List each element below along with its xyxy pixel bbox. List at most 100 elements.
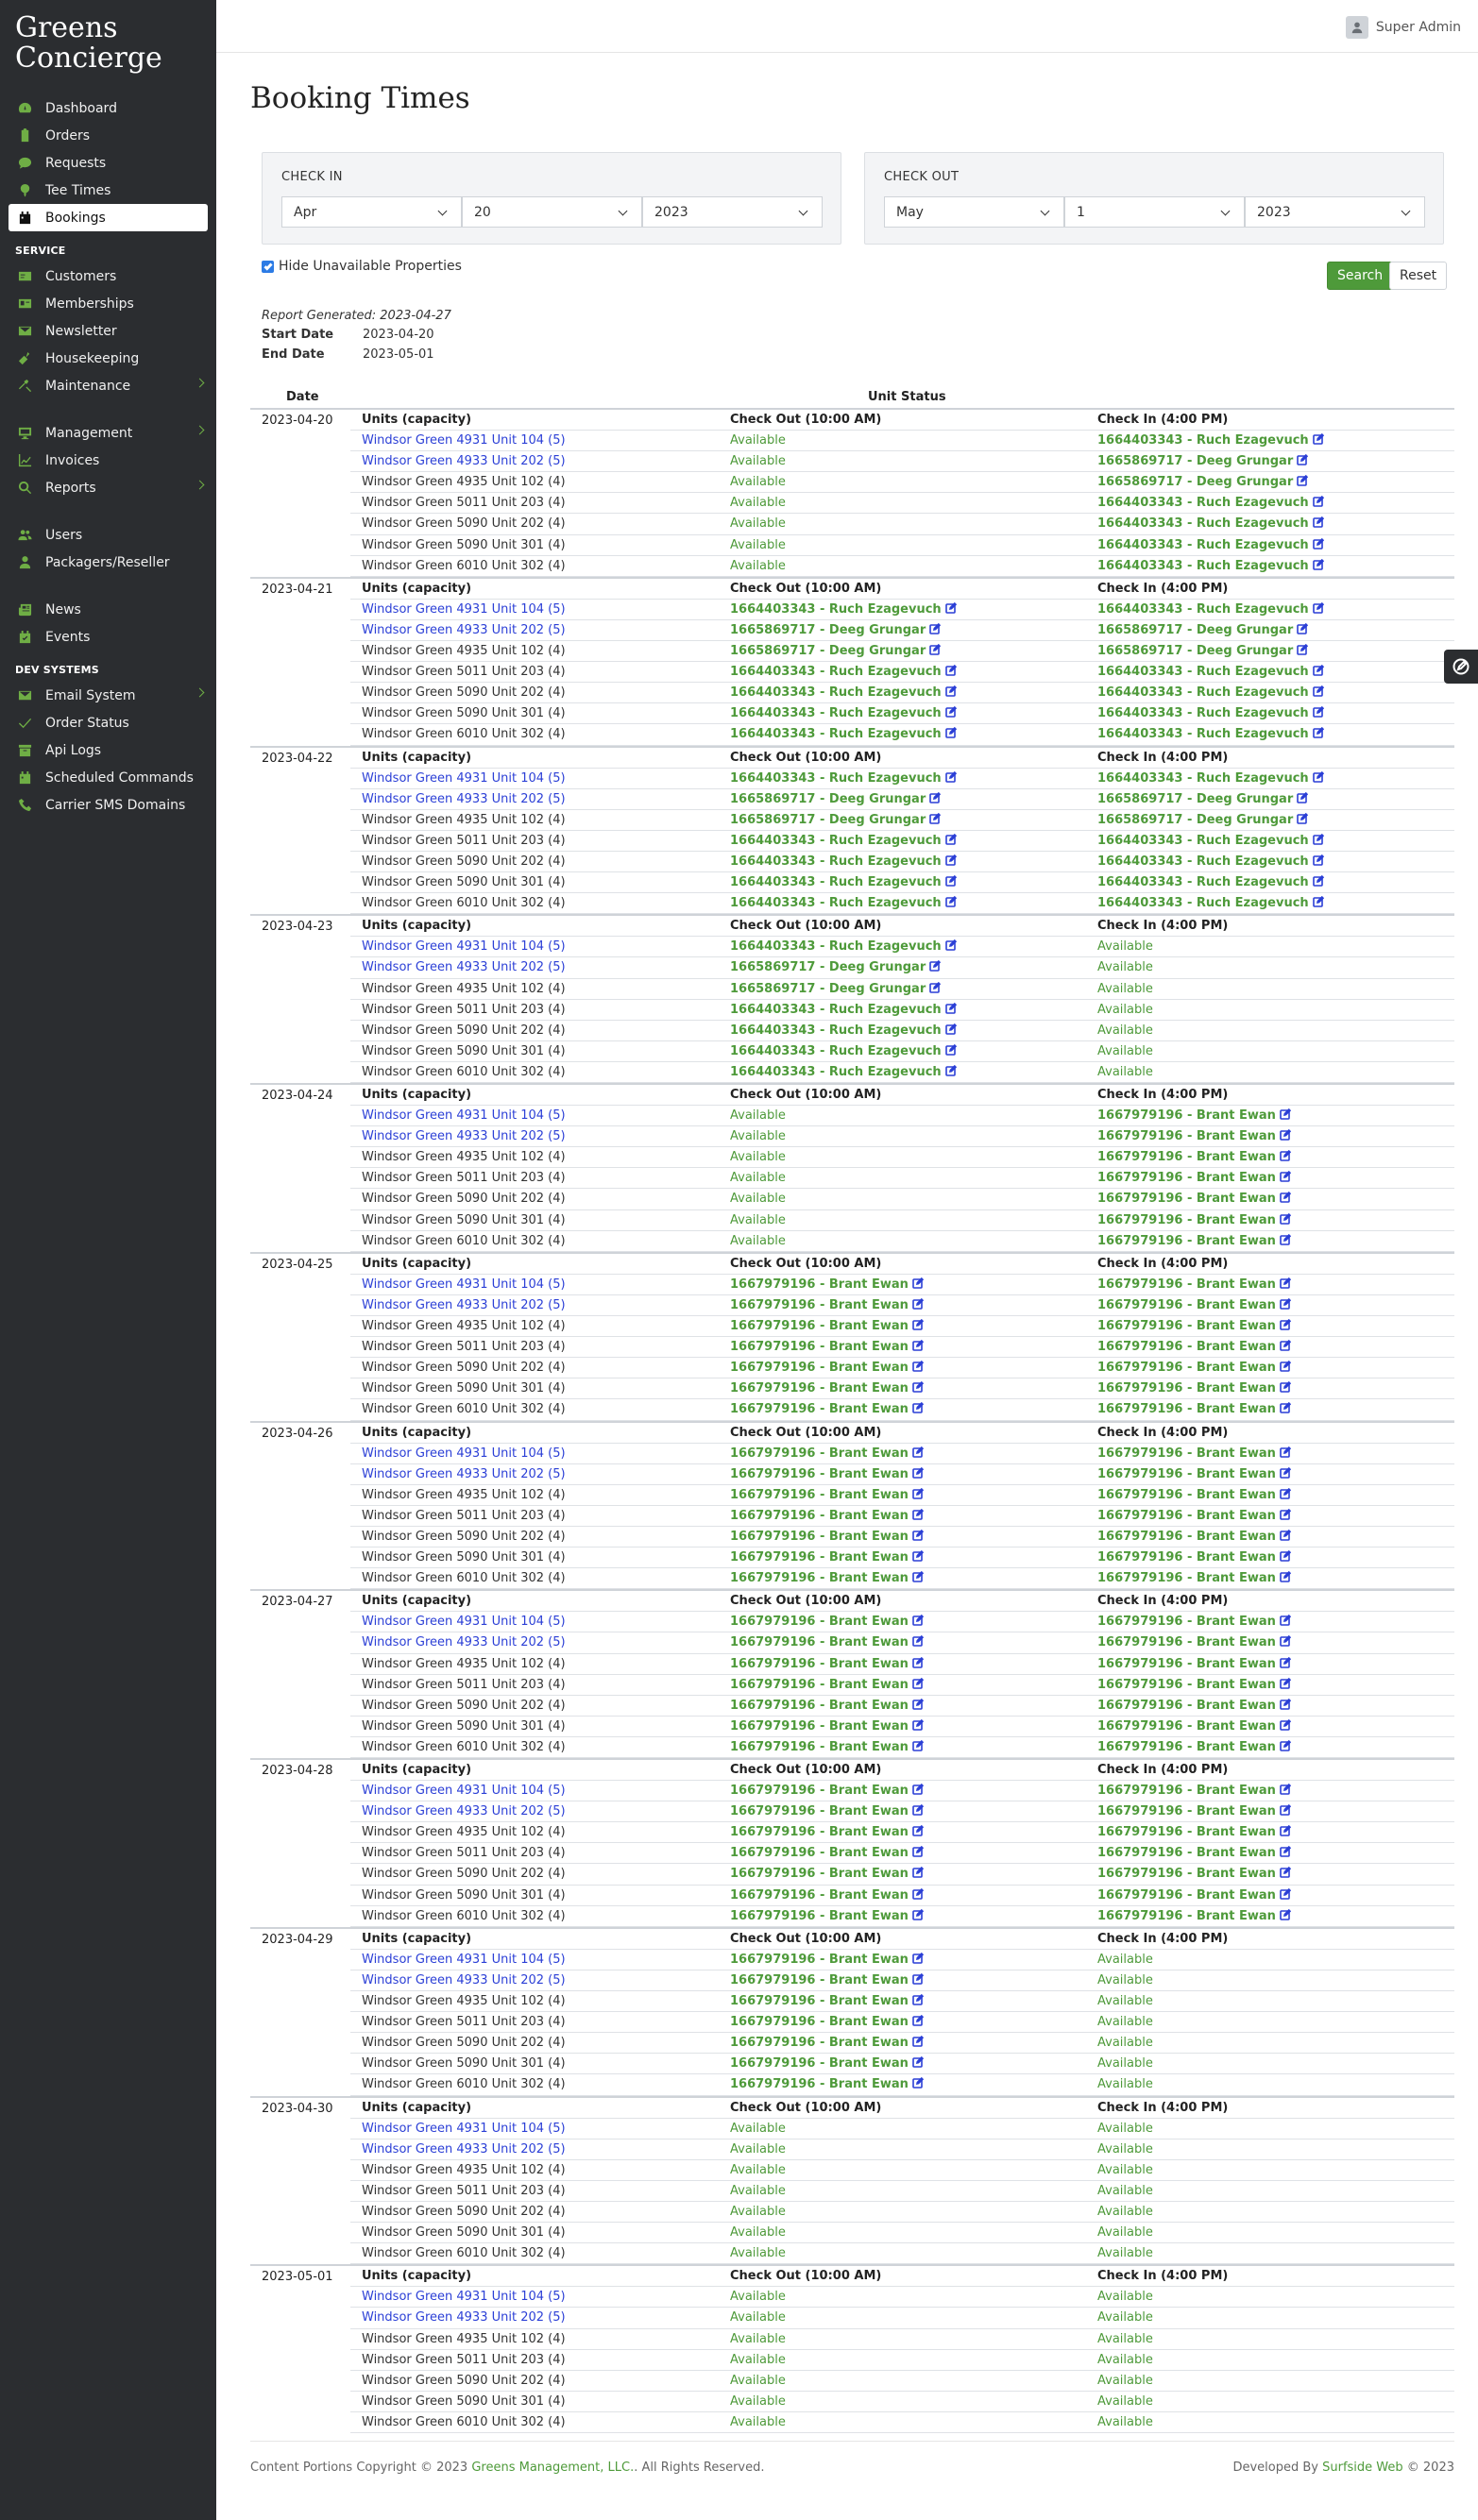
brand-logo[interactable]: Greens Concierge	[0, 0, 216, 94]
checkin-status[interactable]: 1667979196 - Brant Ewan	[1097, 1657, 1276, 1671]
checkout-status[interactable]: 1665869717 - Deeg Grungar	[730, 623, 926, 637]
sidebar-item-email-system[interactable]: Email System	[0, 682, 216, 709]
edit-icon[interactable]	[1280, 1466, 1292, 1479]
edit-icon[interactable]	[912, 1887, 925, 1900]
sidebar-item-users[interactable]: Users	[0, 521, 216, 549]
unit-name[interactable]: Windsor Green 4931 Unit 104 (5)	[362, 602, 566, 617]
checkout-status[interactable]: 1664403343 - Ruch Ezagevuch	[730, 1065, 942, 1079]
edit-icon[interactable]	[1280, 1549, 1292, 1562]
unit-name[interactable]: Windsor Green 4931 Unit 104 (5)	[362, 433, 566, 448]
edit-icon[interactable]	[912, 1718, 925, 1731]
checkout-status[interactable]: 1667979196 - Brant Ewan	[730, 1678, 909, 1692]
check-in-month-select[interactable]: Apr	[281, 196, 462, 228]
checkout-status[interactable]: 1667979196 - Brant Ewan	[730, 1550, 909, 1564]
checkout-status[interactable]: 1667979196 - Brant Ewan	[730, 1994, 909, 2008]
edit-icon[interactable]	[1280, 1171, 1292, 1183]
edit-icon[interactable]	[944, 854, 957, 866]
edit-icon[interactable]	[912, 1615, 925, 1627]
unit-name[interactable]: Windsor Green 4931 Unit 104 (5)	[362, 2290, 566, 2304]
checkin-status[interactable]: 1667979196 - Brant Ewan	[1097, 1108, 1276, 1123]
checkout-status[interactable]: 1667979196 - Brant Ewan	[730, 1381, 909, 1395]
checkin-status[interactable]: 1664403343 - Ruch Ezagevuch	[1097, 433, 1309, 448]
edit-icon[interactable]	[912, 2036, 925, 2048]
checkout-status[interactable]: 1664403343 - Ruch Ezagevuch	[730, 665, 942, 679]
edit-icon[interactable]	[944, 1043, 957, 1056]
edit-icon[interactable]	[912, 2014, 925, 2026]
sidebar-item-api-logs[interactable]: Api Logs	[0, 736, 216, 764]
edit-icon[interactable]	[1312, 727, 1324, 739]
checkout-status[interactable]: 1667979196 - Brant Ewan	[730, 1446, 909, 1461]
checkout-status[interactable]: 1664403343 - Ruch Ezagevuch	[730, 706, 942, 720]
footer-dev-link[interactable]: Surfside Web	[1322, 2461, 1403, 2475]
checkin-status[interactable]: 1665869717 - Deeg Grungar	[1097, 644, 1293, 658]
checkin-status[interactable]: 1664403343 - Ruch Ezagevuch	[1097, 706, 1309, 720]
edit-icon[interactable]	[912, 1783, 925, 1795]
edit-icon[interactable]	[929, 643, 942, 655]
unit-name[interactable]: Windsor Green 4933 Unit 202 (5)	[362, 960, 566, 974]
edit-icon[interactable]	[912, 1446, 925, 1458]
edit-icon[interactable]	[1312, 432, 1324, 445]
checkout-status[interactable]: 1667979196 - Brant Ewan	[730, 1509, 909, 1523]
checkout-status[interactable]: 1667979196 - Brant Ewan	[730, 1953, 909, 1967]
edit-icon[interactable]	[912, 1318, 925, 1330]
edit-icon[interactable]	[1297, 622, 1309, 634]
checkin-status[interactable]: 1664403343 - Ruch Ezagevuch	[1097, 538, 1309, 552]
edit-icon[interactable]	[912, 1698, 925, 1710]
edit-icon[interactable]	[929, 981, 942, 993]
sidebar-item-bookings[interactable]: Bookings	[8, 204, 208, 231]
checkin-status[interactable]: 1664403343 - Ruch Ezagevuch	[1097, 875, 1309, 889]
edit-icon[interactable]	[912, 1677, 925, 1689]
checkin-status[interactable]: 1667979196 - Brant Ewan	[1097, 1888, 1276, 1903]
checkout-status[interactable]: 1667979196 - Brant Ewan	[730, 1340, 909, 1354]
checkout-status[interactable]: 1667979196 - Brant Ewan	[730, 1615, 909, 1629]
unit-name[interactable]: Windsor Green 4933 Unit 202 (5)	[362, 1973, 566, 1987]
edit-icon[interactable]	[1312, 706, 1324, 719]
edit-icon[interactable]	[1280, 1297, 1292, 1310]
check-out-month-select[interactable]: May	[884, 196, 1064, 228]
edit-icon[interactable]	[912, 1952, 925, 1964]
unit-name[interactable]: Windsor Green 4931 Unit 104 (5)	[362, 1953, 566, 1967]
edit-icon[interactable]	[1312, 664, 1324, 676]
edit-icon[interactable]	[1280, 1887, 1292, 1900]
edit-icon[interactable]	[912, 1908, 925, 1920]
edit-icon[interactable]	[912, 1656, 925, 1668]
edit-icon[interactable]	[912, 1972, 925, 1985]
checkout-status[interactable]: 1667979196 - Brant Ewan	[730, 1784, 909, 1798]
edit-icon[interactable]	[944, 896, 957, 907]
edit-tools-widget[interactable]	[1444, 650, 1478, 684]
checkout-status[interactable]: 1664403343 - Ruch Ezagevuch	[730, 1023, 942, 1038]
checkout-status[interactable]: 1665869717 - Deeg Grungar	[730, 982, 926, 996]
edit-icon[interactable]	[1312, 558, 1324, 570]
checkin-status[interactable]: 1667979196 - Brant Ewan	[1097, 1909, 1276, 1923]
edit-icon[interactable]	[944, 664, 957, 676]
checkin-status[interactable]: 1667979196 - Brant Ewan	[1097, 1530, 1276, 1544]
unit-name[interactable]: Windsor Green 4933 Unit 202 (5)	[362, 2310, 566, 2325]
checkin-status[interactable]: 1667979196 - Brant Ewan	[1097, 1784, 1276, 1798]
edit-icon[interactable]	[1312, 896, 1324, 907]
checkin-status[interactable]: 1664403343 - Ruch Ezagevuch	[1097, 834, 1309, 848]
edit-icon[interactable]	[912, 1487, 925, 1499]
checkout-status[interactable]: 1667979196 - Brant Ewan	[730, 1361, 909, 1375]
unit-name[interactable]: Windsor Green 4933 Unit 202 (5)	[362, 2142, 566, 2156]
checkin-status[interactable]: 1667979196 - Brant Ewan	[1097, 1488, 1276, 1502]
checkout-status[interactable]: 1667979196 - Brant Ewan	[730, 1888, 909, 1903]
sidebar-item-housekeeping[interactable]: Housekeeping	[0, 345, 216, 372]
checkout-status[interactable]: 1667979196 - Brant Ewan	[730, 2015, 909, 2029]
edit-icon[interactable]	[1280, 1446, 1292, 1458]
checkout-status[interactable]: 1664403343 - Ruch Ezagevuch	[730, 727, 942, 741]
edit-icon[interactable]	[1280, 1718, 1292, 1731]
edit-icon[interactable]	[1297, 643, 1309, 655]
edit-icon[interactable]	[912, 1571, 925, 1582]
edit-icon[interactable]	[1280, 1381, 1292, 1394]
edit-icon[interactable]	[1312, 685, 1324, 698]
edit-icon[interactable]	[944, 833, 957, 845]
edit-icon[interactable]	[1280, 1571, 1292, 1582]
unit-name[interactable]: Windsor Green 4933 Unit 202 (5)	[362, 1635, 566, 1649]
edit-icon[interactable]	[912, 1339, 925, 1351]
unit-name[interactable]: Windsor Green 4931 Unit 104 (5)	[362, 2122, 566, 2136]
edit-icon[interactable]	[1312, 601, 1324, 614]
checkout-status[interactable]: 1667979196 - Brant Ewan	[730, 1846, 909, 1860]
checkout-status[interactable]: 1665869717 - Deeg Grungar	[730, 813, 926, 827]
edit-icon[interactable]	[912, 1381, 925, 1394]
sidebar-item-memberships[interactable]: Memberships	[0, 290, 216, 317]
